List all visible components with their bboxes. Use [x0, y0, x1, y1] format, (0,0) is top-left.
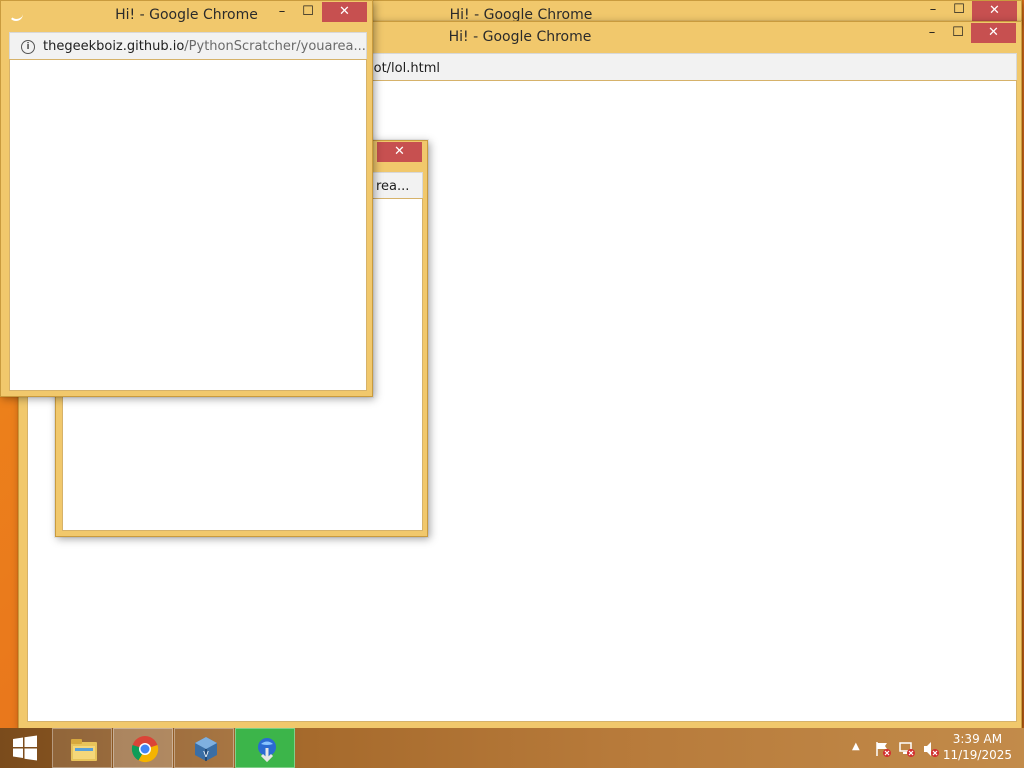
- windows-logo-icon: [13, 735, 37, 761]
- action-center-flag-icon[interactable]: [874, 740, 892, 758]
- minimize-button-main[interactable]: –: [919, 24, 945, 44]
- minimize-button-back[interactable]: –: [920, 1, 946, 21]
- maximize-button-front[interactable]: ☐: [295, 3, 321, 23]
- info-icon[interactable]: i: [21, 40, 35, 54]
- address-host-front: thegeekboiz.github.io: [43, 39, 185, 54]
- address-text-middle: rea...: [376, 179, 410, 194]
- folder-icon: [71, 739, 97, 761]
- maximize-button-main[interactable]: ☐: [945, 24, 971, 44]
- chevron-up-icon[interactable]: ▲: [852, 741, 860, 752]
- virtualbox-icon: V: [195, 737, 217, 761]
- taskbar-file-explorer[interactable]: [52, 728, 112, 768]
- chrome-window-front[interactable]: Hi! - Google Chrome – ☐ ✕ i thegeekboiz.…: [0, 0, 373, 397]
- close-button-front[interactable]: ✕: [322, 2, 367, 22]
- clock-date: 11/19/2025: [942, 748, 1012, 762]
- close-button-middle[interactable]: ✕: [377, 142, 422, 162]
- taskbar-virtualbox[interactable]: V: [174, 728, 234, 768]
- maximize-button-back[interactable]: ☐: [946, 1, 972, 21]
- network-icon[interactable]: [898, 740, 916, 758]
- minimize-button-front[interactable]: –: [269, 3, 295, 23]
- close-button-main[interactable]: ✕: [971, 23, 1016, 43]
- clock[interactable]: 3:39 AM 11/19/2025: [943, 731, 1012, 763]
- clock-time: 3:39 AM: [952, 732, 1003, 746]
- page-content-front[interactable]: [9, 59, 367, 391]
- system-tray: ▲ 3:39 AM 11/19/2025: [840, 728, 1024, 768]
- close-button-back[interactable]: ✕: [972, 1, 1017, 21]
- taskbar-google-chrome[interactable]: [113, 728, 173, 768]
- start-button[interactable]: [0, 728, 50, 768]
- svg-text:V: V: [203, 750, 209, 759]
- address-text-main: iot/lol.html: [370, 61, 440, 76]
- volume-muted-icon[interactable]: [922, 740, 940, 758]
- idm-icon: [258, 738, 276, 763]
- taskbar: V ▲ 3:39 AM 11/19/2025: [0, 728, 1024, 768]
- taskbar-internet-download-manager[interactable]: [235, 728, 295, 768]
- address-path-front: /PythonScratcher/youarea...: [184, 39, 366, 54]
- chrome-icon: [131, 736, 159, 763]
- titlebar-front[interactable]: Hi! - Google Chrome – ☐ ✕: [1, 1, 372, 29]
- address-bar-front[interactable]: i thegeekboiz.github.io/PythonScratcher/…: [9, 32, 367, 60]
